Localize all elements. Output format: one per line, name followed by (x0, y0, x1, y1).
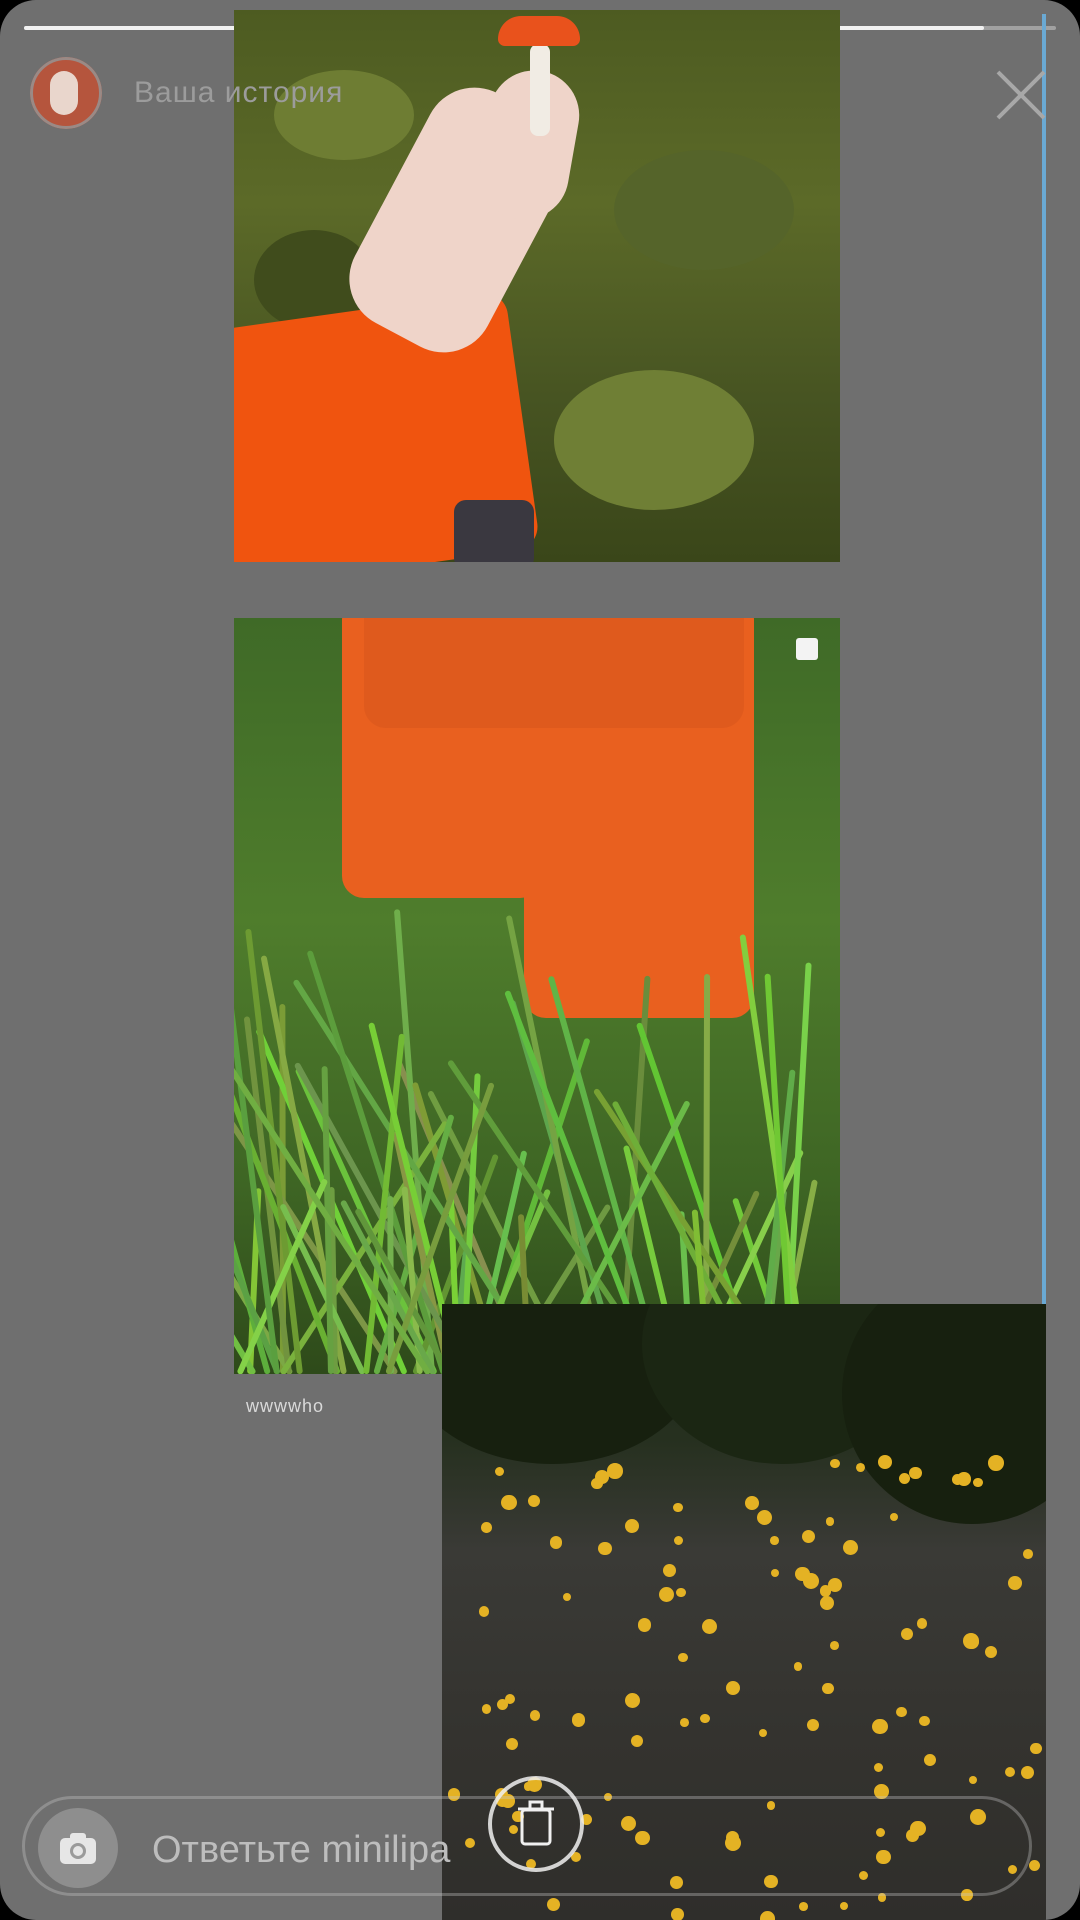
yellow-petal (842, 1539, 858, 1556)
fingers (471, 63, 587, 227)
yellow-petal (969, 1776, 978, 1785)
yellow-petal (1008, 1576, 1022, 1590)
yellow-petal (889, 1512, 899, 1522)
yellow-petal (700, 1713, 710, 1724)
yellow-petal (1020, 1765, 1035, 1780)
yellow-petal (481, 1704, 492, 1715)
yellow-petal (631, 1734, 644, 1748)
yellow-petal (900, 1628, 913, 1641)
yellow-petal (757, 1509, 773, 1525)
yellow-petal (924, 1754, 937, 1767)
yellow-petal (908, 1466, 922, 1480)
yellow-petal (701, 1618, 718, 1634)
yellow-petal (957, 1472, 971, 1486)
avatar-ring (30, 57, 102, 129)
mushroom-cap (498, 16, 580, 46)
yellow-petal (856, 1462, 865, 1472)
white-marker (796, 638, 818, 660)
yellow-petal (662, 1563, 676, 1577)
yellow-petal (546, 1897, 561, 1912)
yellow-petal (822, 1683, 834, 1695)
yellow-petal (680, 1718, 690, 1728)
yellow-petal (671, 1908, 685, 1920)
yellow-petal (973, 1477, 983, 1488)
yellow-petal (1004, 1766, 1015, 1777)
yellow-petal (505, 1737, 519, 1751)
yellow-petal (673, 1502, 683, 1513)
yellow-petal (480, 1521, 492, 1533)
photo-caption: wwwwho (246, 1396, 325, 1416)
yellow-petal (825, 1517, 835, 1526)
yellow-petal (827, 1578, 842, 1592)
yellow-petal (819, 1596, 835, 1611)
trash-icon (518, 1800, 554, 1846)
reply-input[interactable] (150, 1814, 514, 1886)
yellow-petal (1030, 1742, 1042, 1755)
yellow-petal (799, 1902, 808, 1912)
yellow-petal (985, 1645, 998, 1658)
yellow-petal (673, 1535, 684, 1545)
yellow-petal (678, 1652, 688, 1663)
mushroom-stem (530, 44, 550, 136)
camera-button[interactable] (38, 1808, 118, 1888)
yellow-petal (676, 1587, 687, 1598)
moss-patch (614, 150, 794, 270)
yellow-petal (494, 1466, 505, 1477)
yellow-petal (745, 1495, 760, 1510)
yellow-petal (759, 1911, 775, 1920)
yellow-petal (1029, 1859, 1041, 1871)
yellow-petal (1023, 1548, 1034, 1559)
avatar[interactable] (30, 57, 102, 129)
yellow-petal (916, 1618, 928, 1630)
yellow-petal (625, 1693, 641, 1709)
delete-sticker-button[interactable] (488, 1776, 584, 1872)
yellow-petal (625, 1519, 640, 1533)
yellow-petal (829, 1458, 840, 1469)
yellow-petal (562, 1593, 572, 1602)
yellow-petal (758, 1729, 767, 1738)
yellow-petal (801, 1529, 816, 1544)
yellow-petal (793, 1662, 803, 1671)
yellow-petal (770, 1535, 779, 1545)
sticker-photo-grass[interactable] (234, 618, 840, 1374)
yellow-petal (919, 1716, 930, 1727)
camera-icon (60, 1833, 96, 1864)
yellow-petal (571, 1713, 586, 1727)
moss-patch (554, 370, 754, 510)
yellow-petal (725, 1680, 740, 1696)
yellow-petal (529, 1709, 541, 1721)
yellow-petal (873, 1762, 884, 1773)
yellow-petal (830, 1640, 840, 1650)
dark-bush (842, 1304, 1046, 1524)
story-username: Ваша история (134, 76, 344, 109)
yellow-petal (795, 1566, 810, 1582)
close-icon (996, 70, 1046, 120)
yellow-petal (806, 1719, 819, 1732)
orange-pants-top (364, 618, 744, 728)
yellow-petal (528, 1494, 540, 1507)
yellow-petal (771, 1568, 780, 1577)
yellow-petal (839, 1901, 848, 1910)
yellow-petal (658, 1587, 674, 1603)
dark-object (454, 500, 534, 562)
yellow-petal (637, 1618, 651, 1632)
yellow-petal (896, 1706, 907, 1718)
yellow-petal (497, 1698, 509, 1710)
yellow-petal (549, 1535, 563, 1549)
selection-guide-line (1042, 14, 1046, 1304)
yellow-petal (607, 1463, 624, 1480)
yellow-petal (597, 1541, 612, 1556)
yellow-petal (962, 1633, 979, 1649)
yellow-petal (478, 1606, 490, 1617)
close-button[interactable] (992, 66, 1050, 124)
story-viewer: wwwwho Ваша история (0, 0, 1080, 1920)
story-header: Ваша история (30, 50, 343, 136)
yellow-petal (872, 1719, 888, 1735)
yellow-petal (501, 1495, 517, 1511)
